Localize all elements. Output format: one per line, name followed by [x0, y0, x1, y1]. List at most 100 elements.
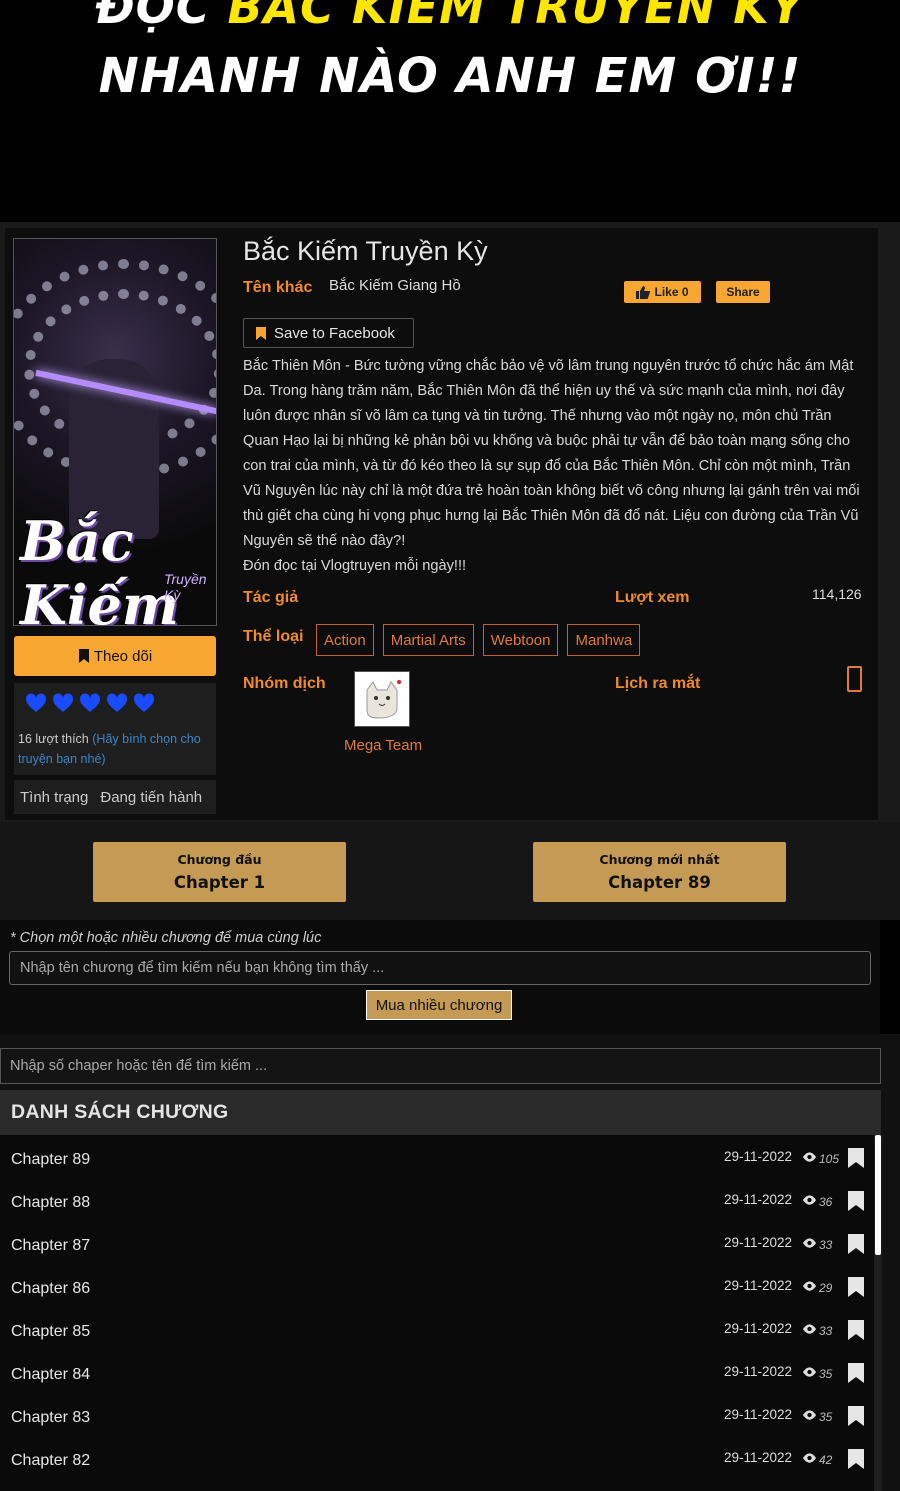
- genre-label: Thể loại: [243, 628, 304, 645]
- chapter-list-title: DANH SÁCH CHƯƠNG: [11, 1101, 229, 1123]
- bookmark-icon[interactable]: [848, 1234, 864, 1254]
- chapter-row[interactable]: Chapter 84 29-11-2022 35: [0, 1356, 870, 1399]
- eye-icon: [802, 1238, 817, 1248]
- bookmark-icon[interactable]: [848, 1449, 864, 1469]
- eye-icon: [802, 1367, 817, 1377]
- heart-icon[interactable]: [105, 691, 129, 715]
- team-name[interactable]: Mega Team: [344, 737, 422, 754]
- chapter-name[interactable]: Chapter 86: [11, 1280, 90, 1298]
- promo-banner: ĐỌC BẮC KIẾM TRUYỀN KỲ NHANH NÀO ANH EM …: [0, 0, 900, 222]
- cat-avatar-icon: [366, 680, 401, 719]
- status-row: Tình trạng Đang tiến hành: [14, 780, 216, 814]
- alt-name-label: Tên khác: [243, 279, 313, 296]
- chapter-name[interactable]: Chapter 84: [11, 1366, 90, 1384]
- chapter-name[interactable]: Chapter 85: [11, 1323, 90, 1341]
- likes-count: 16 lượt thích: [18, 732, 89, 746]
- chapter-row[interactable]: Chapter 82 29-11-2022 42: [0, 1442, 870, 1485]
- chapter-date: 29-11-2022: [724, 1235, 793, 1250]
- chapter-search-placeholder: Nhập số chaper hoặc tên để tìm kiếm ...: [10, 1058, 268, 1074]
- manga-description: Bắc Thiên Môn - Bức tường vững chắc bảo …: [243, 354, 868, 579]
- chapter-row[interactable]: Chapter 85 29-11-2022 33: [0, 1313, 870, 1356]
- fb-like-label: Like 0: [654, 285, 689, 299]
- heart-icon[interactable]: [24, 691, 48, 715]
- buy-input-placeholder: Nhập tên chương để tìm kiếm nếu bạn khôn…: [20, 960, 385, 976]
- chapter-row[interactable]: Chapter 83 29-11-2022 35: [0, 1399, 870, 1442]
- first-chapter-caption: Chương đầu: [177, 852, 262, 867]
- cover-image[interactable]: Bắc Kiếm Truyền Kỳ: [13, 238, 217, 626]
- bookmark-icon[interactable]: [848, 1363, 864, 1383]
- chapter-date: 29-11-2022: [724, 1364, 793, 1379]
- chapter-row[interactable]: Chapter 87 29-11-2022 33: [0, 1227, 870, 1270]
- views-value: 114,126: [812, 586, 862, 602]
- fb-share-button[interactable]: Share: [716, 281, 770, 303]
- genre-tag[interactable]: Action: [316, 624, 374, 656]
- schedule-label: Lịch ra mắt: [615, 675, 701, 692]
- eye-icon: [802, 1152, 817, 1162]
- chapter-date: 29-11-2022: [724, 1321, 793, 1336]
- chapter-list: Chapter 89 29-11-2022 105 Chapter 88 29-11-2…: [0, 1135, 881, 1491]
- chapter-views: 35: [819, 1367, 833, 1381]
- follow-button[interactable]: Theo dõi: [14, 636, 216, 676]
- banner-line-1-yellow: BẮC KIẾM TRUYỀN KỲ: [227, 0, 805, 34]
- schedule-icon[interactable]: [847, 666, 862, 692]
- latest-chapter-button[interactable]: Chương mới nhất Chapter 89: [533, 842, 786, 902]
- author-label: Tác giả: [243, 589, 299, 606]
- banner-line-1: ĐỌC BẮC KIẾM TRUYỀN KỲ: [0, 0, 900, 34]
- status-value: Đang tiến hành: [100, 788, 203, 806]
- save-fb-label: Save to Facebook: [274, 324, 395, 342]
- heart-icon[interactable]: [78, 691, 102, 715]
- genre-tags: Action Martial Arts Webtoon Manhwa: [316, 624, 641, 656]
- chapter-views: 105: [819, 1152, 840, 1166]
- bookmark-icon[interactable]: [848, 1148, 864, 1168]
- banner-line-1-white: ĐỌC: [95, 0, 211, 34]
- eye-icon: [802, 1281, 817, 1291]
- alt-name-value: Bắc Kiếm Giang Hồ: [329, 277, 461, 294]
- chapter-date: 29-11-2022: [724, 1407, 793, 1422]
- save-to-facebook-button[interactable]: Save to Facebook: [243, 318, 414, 348]
- chapter-row[interactable]: Chapter 86 29-11-2022 29: [0, 1270, 870, 1313]
- chapter-search-input[interactable]: Nhập số chaper hoặc tên để tìm kiếm ...: [0, 1048, 881, 1084]
- fb-like-button[interactable]: Like 0: [624, 281, 701, 303]
- chapter-name[interactable]: Chapter 87: [11, 1237, 90, 1255]
- chapter-views: 42: [819, 1453, 833, 1467]
- buy-multiple-button[interactable]: Mua nhiều chương: [366, 990, 512, 1020]
- banner-line-2: NHANH NÀO ANH EM ƠI!!: [98, 48, 802, 104]
- heart-rating[interactable]: [24, 691, 156, 715]
- buy-note: * Chọn một hoặc nhiều chương để mua cùng…: [10, 930, 322, 946]
- scrollbar-thumb[interactable]: [875, 1135, 881, 1255]
- genre-tag[interactable]: Manhwa: [567, 624, 641, 656]
- bookmark-icon[interactable]: [848, 1191, 864, 1211]
- bookmark-icon[interactable]: [848, 1406, 864, 1426]
- rating-box: 16 lượt thích (Hãy bình chọn cho truyện …: [14, 683, 216, 775]
- chapter-name[interactable]: Chapter 83: [11, 1409, 90, 1427]
- description-text: Bắc Thiên Môn - Bức tường vững chắc bảo …: [243, 358, 860, 549]
- eye-icon: [802, 1324, 817, 1334]
- bookmark-icon[interactable]: [848, 1320, 864, 1340]
- team-avatar[interactable]: [354, 671, 410, 727]
- status-label: Tình trạng: [20, 788, 89, 806]
- chapter-row[interactable]: Chapter 89 29-11-2022 105: [0, 1141, 870, 1184]
- bookmark-icon[interactable]: [848, 1277, 864, 1297]
- heart-icon[interactable]: [132, 691, 156, 715]
- chapter-row[interactable]: Chapter 88 29-11-2022 36: [0, 1184, 870, 1227]
- chapter-name[interactable]: Chapter 88: [11, 1194, 90, 1212]
- chapter-list-header: DANH SÁCH CHƯƠNG: [0, 1090, 881, 1135]
- chapter-date: 29-11-2022: [724, 1278, 793, 1293]
- chapter-name[interactable]: Chapter 82: [11, 1452, 90, 1470]
- latest-chapter-label: Chapter 89: [608, 873, 711, 892]
- chapter-views: 35: [819, 1410, 833, 1424]
- genre-tag[interactable]: Webtoon: [482, 624, 559, 656]
- group-label: Nhóm dịch: [243, 675, 326, 692]
- chapter-date: 29-11-2022: [724, 1192, 793, 1207]
- eye-icon: [802, 1410, 817, 1420]
- fb-share-label: Share: [726, 285, 760, 299]
- manga-title: Bắc Kiếm Truyền Kỳ: [243, 236, 488, 266]
- heart-icon[interactable]: [51, 691, 75, 715]
- promo-text: Đón đọc tại Vlogtruyen mỗi ngày!!!: [243, 558, 467, 574]
- first-chapter-button[interactable]: Chương đầu Chapter 1: [93, 842, 346, 902]
- buy-chapter-search-input[interactable]: Nhập tên chương để tìm kiếm nếu bạn khôn…: [9, 951, 871, 985]
- first-chapter-label: Chapter 1: [173, 873, 266, 892]
- genre-tag[interactable]: Martial Arts: [382, 624, 474, 656]
- chapter-name[interactable]: Chapter 89: [11, 1151, 90, 1169]
- follow-label: Theo dõi: [93, 647, 153, 665]
